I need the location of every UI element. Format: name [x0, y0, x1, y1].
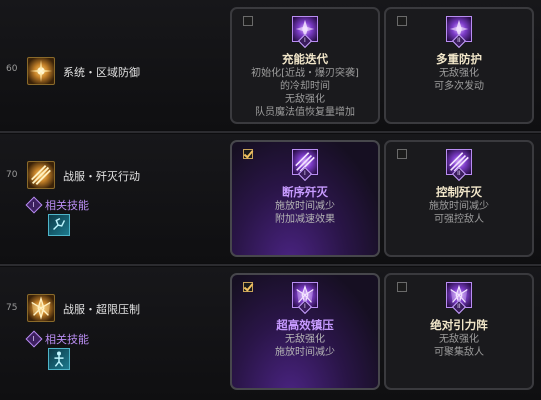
- card-title: 断序歼灭: [282, 185, 328, 199]
- rune-option-card[interactable]: II 多重防护 无敌强化 可多次发动: [384, 7, 534, 124]
- dash-figure-icon[interactable]: [48, 214, 70, 236]
- standing-figure-icon[interactable]: [48, 348, 70, 370]
- radiant-burst-icon[interactable]: [27, 57, 55, 85]
- select-checkbox[interactable]: [397, 282, 407, 292]
- skill-level: 60: [6, 64, 18, 74]
- select-checkbox[interactable]: [243, 149, 253, 159]
- card-description: 初始化[近战・爆刃突袭] 的冷却时间 无敌强化 队员魔法值恢复量增加: [251, 68, 359, 118]
- row-divider: [0, 131, 541, 133]
- card-description: 施放时间减少 附加减速效果: [275, 201, 335, 225]
- related-skill-label: I 相关技能: [25, 196, 89, 214]
- card-title: 控制歼灭: [436, 185, 482, 199]
- card-title: 充能迭代: [282, 52, 328, 66]
- card-description: 施放时间减少 可强控敌人: [429, 201, 489, 225]
- skill-name: 战服・歼灭行动: [63, 170, 140, 183]
- card-description: 无敌强化 可多次发动: [434, 68, 484, 92]
- rune-option-card[interactable]: II 绝对引力阵 无敌强化 可聚集敌人: [384, 273, 534, 390]
- rune-option-card-selected[interactable]: I 超高效镇压 无敌强化 施放时间减少: [230, 273, 380, 390]
- rune-option-card[interactable]: II 控制歼灭 施放时间减少 可强控敌人: [384, 140, 534, 257]
- related-skill-label: I 相关技能: [25, 330, 89, 348]
- related-badge: I: [25, 196, 43, 214]
- card-title: 绝对引力阵: [430, 318, 488, 332]
- crystal-burst-icon[interactable]: [27, 294, 55, 322]
- select-checkbox[interactable]: [243, 16, 253, 26]
- rune-option-card-selected[interactable]: I 断序歼灭 施放时间减少 附加减速效果: [230, 140, 380, 257]
- select-checkbox[interactable]: [243, 282, 253, 292]
- skill-name: 系统・区域防御: [63, 66, 140, 79]
- card-title: 多重防护: [436, 52, 482, 66]
- card-description: 无敌强化 可聚集敌人: [434, 334, 484, 358]
- slash-strike-icon[interactable]: [27, 161, 55, 189]
- card-description: 无敌强化 施放时间减少: [275, 334, 335, 358]
- related-badge: I: [25, 330, 43, 348]
- rune-option-card[interactable]: I 充能迭代 初始化[近战・爆刃突袭] 的冷却时间 无敌强化 队员魔法值恢复量增…: [230, 7, 380, 124]
- row-divider: [0, 264, 541, 266]
- skill-name: 战服・超限压制: [63, 303, 140, 316]
- select-checkbox[interactable]: [397, 16, 407, 26]
- skill-level: 70: [6, 170, 18, 180]
- select-checkbox[interactable]: [397, 149, 407, 159]
- skill-level: 75: [6, 303, 18, 313]
- card-title: 超高效镇压: [276, 318, 334, 332]
